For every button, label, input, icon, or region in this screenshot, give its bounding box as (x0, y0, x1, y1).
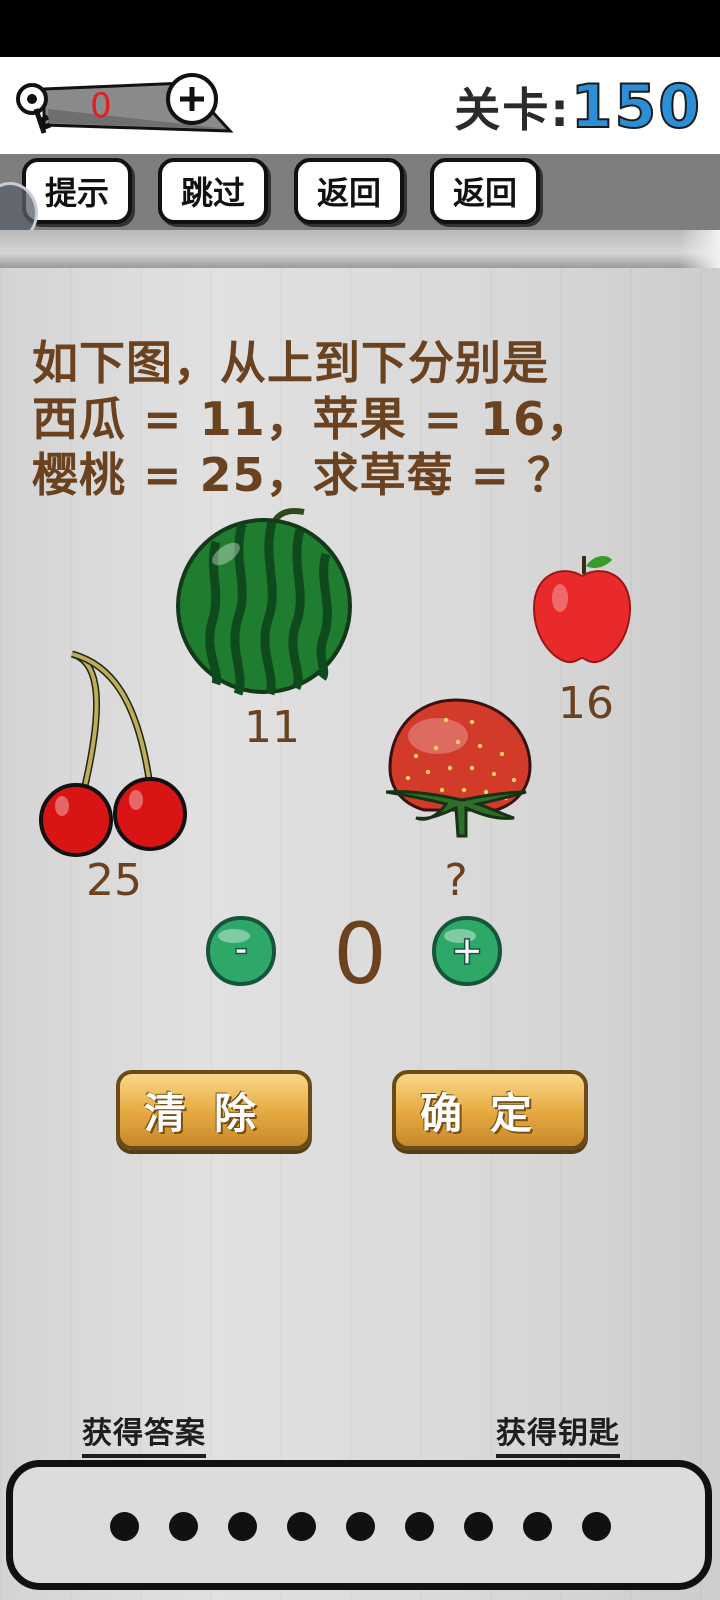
answer-slot-dot (110, 1512, 139, 1541)
status-bar (0, 0, 720, 57)
answer-slot-dot (287, 1512, 316, 1541)
cherry-image[interactable] (38, 648, 190, 860)
confirm-button[interactable]: 确定 (392, 1070, 588, 1150)
get-key-link[interactable]: 获得钥匙 (496, 1408, 620, 1458)
key-count: 0 (90, 86, 112, 126)
level-number: 150 (570, 71, 702, 143)
get-answer-link[interactable]: 获得答案 (82, 1408, 206, 1458)
apple-value: 16 (558, 678, 614, 729)
strawberry-image[interactable] (386, 696, 536, 858)
answer-value: 0 (333, 905, 387, 1003)
watermelon-image[interactable] (176, 502, 356, 698)
apple-image[interactable] (532, 550, 632, 666)
cherry-value: 25 (86, 855, 142, 906)
skip-button[interactable]: 跳过 (158, 158, 268, 224)
watermelon-value: 11 (244, 702, 300, 753)
question-text: 如下图，从上到下分别是 西瓜 = 11，苹果 = 16， 樱桃 = 25，求草莓… (32, 335, 692, 503)
toolbar-shadow-strip (0, 230, 720, 268)
answer-slots (110, 1512, 611, 1541)
question-line: 樱桃 = 25，求草莓 = ？ (32, 448, 575, 502)
answer-slot-dot (582, 1512, 611, 1541)
plus-label: + (450, 928, 484, 974)
back-button-2[interactable]: 返回 (430, 158, 540, 224)
minus-label: - (234, 930, 248, 970)
question-line: 如下图，从上到下分别是 (32, 336, 549, 390)
answer-slot-dot (169, 1512, 198, 1541)
answer-slot-dot (523, 1512, 552, 1541)
answer-slot-dot (228, 1512, 257, 1541)
answer-slot-dot (464, 1512, 493, 1541)
level-label: 关卡: (454, 83, 571, 137)
answer-slot-dot (346, 1512, 375, 1541)
key-counter[interactable] (14, 73, 236, 137)
plus-button[interactable]: + (430, 914, 504, 988)
clear-button[interactable]: 清除 (116, 1070, 312, 1150)
back-button[interactable]: 返回 (294, 158, 404, 224)
question-line: 西瓜 = 11，苹果 = 16， (32, 392, 594, 446)
strawberry-value: ? (444, 855, 468, 906)
hint-button[interactable]: 提示 (22, 158, 132, 224)
answer-slot-dot (405, 1512, 434, 1541)
minus-button[interactable]: - (204, 914, 278, 988)
level-indicator: 关卡: 150 (454, 71, 702, 143)
